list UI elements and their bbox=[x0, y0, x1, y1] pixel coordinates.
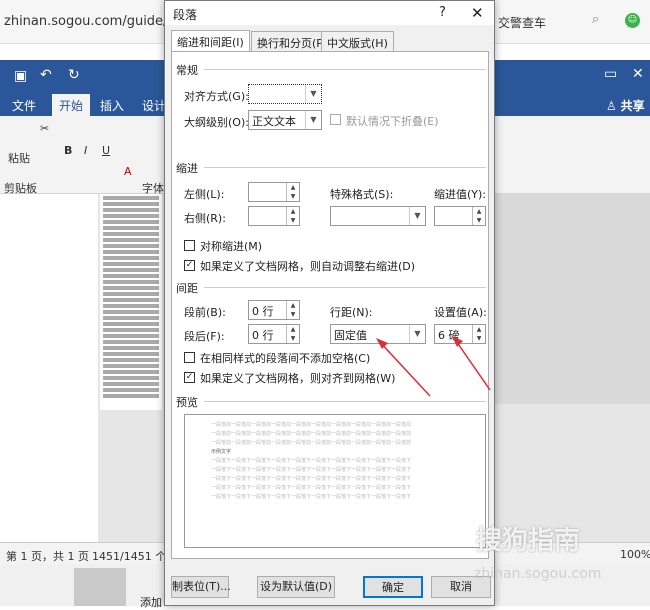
annotation-arrows bbox=[376, 336, 491, 397]
arrow-head bbox=[376, 338, 388, 349]
watermark-logo: 搜狗指南 bbox=[476, 526, 581, 556]
watermark-url: zhinan.sogou.com bbox=[474, 566, 602, 582]
arrow-to-at-value bbox=[453, 337, 491, 391]
arrow-to-line-spacing bbox=[377, 339, 431, 397]
arrow-head bbox=[452, 336, 463, 347]
